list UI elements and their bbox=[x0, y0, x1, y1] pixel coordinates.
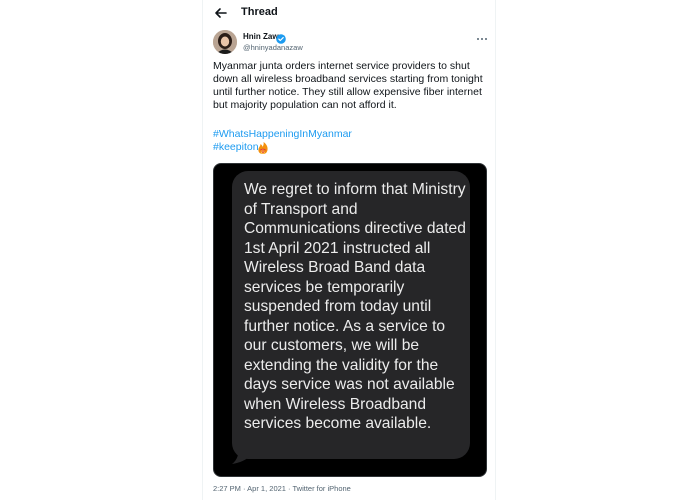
author-handle[interactable]: @hninyadanazaw bbox=[243, 43, 303, 52]
arrow-left-icon bbox=[215, 8, 227, 18]
more-options-button[interactable] bbox=[475, 31, 489, 41]
tweet-metadata: 2:27 PM · Apr 1, 2021 · Twitter for iPho… bbox=[213, 484, 351, 493]
tweet-media-image[interactable]: We regret to inform that Ministry of Tra… bbox=[213, 163, 487, 477]
hashtag-link[interactable]: #WhatsHappeningInMyanmar bbox=[213, 128, 352, 140]
hashtag-link[interactable]: #keepiton bbox=[213, 141, 259, 153]
author-display-name[interactable]: Hnin Zaw bbox=[243, 32, 279, 41]
tweet-text: Myanmar junta orders internet service pr… bbox=[213, 60, 483, 111]
verified-badge-icon bbox=[276, 31, 286, 44]
bubble-tail bbox=[232, 442, 250, 464]
thread-header: Thread bbox=[203, 0, 495, 26]
sms-message-bubble: We regret to inform that Ministry of Tra… bbox=[232, 171, 470, 459]
page-title: Thread bbox=[241, 6, 278, 18]
tweet-thread-column: Thread Hnin Zaw @hninyadanazaw Myanmar j… bbox=[202, 0, 496, 500]
sms-message-text: We regret to inform that Ministry of Tra… bbox=[244, 181, 466, 432]
back-button[interactable] bbox=[212, 4, 230, 22]
more-horizontal-icon bbox=[477, 38, 487, 40]
avatar[interactable] bbox=[213, 30, 237, 54]
fire-wifi-icon bbox=[256, 141, 270, 155]
